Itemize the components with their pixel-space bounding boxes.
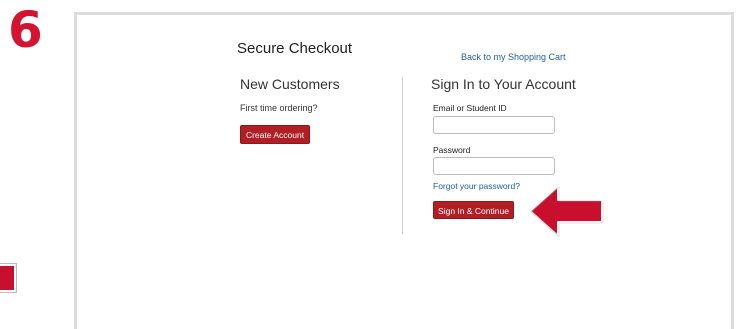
password-label: Password (433, 145, 471, 155)
checkout-screenshot-frame: Secure Checkout Back to my Shopping Cart… (74, 12, 734, 329)
new-customers-heading: New Customers (240, 76, 340, 92)
sign-in-continue-button[interactable]: Sign In & Continue (433, 201, 514, 219)
step-number: 6 (8, 1, 43, 59)
password-input[interactable] (433, 157, 555, 175)
forgot-password-link[interactable]: Forgot your password? (433, 181, 520, 191)
first-time-prompt: First time ordering? (240, 103, 318, 113)
edge-marker (0, 264, 16, 292)
email-label: Email or Student ID (433, 103, 507, 113)
sign-in-heading: Sign In to Your Account (431, 76, 576, 92)
page-title: Secure Checkout (237, 40, 353, 57)
left-arrow-icon (529, 185, 604, 238)
column-divider (402, 77, 403, 234)
back-to-cart-link[interactable]: Back to my Shopping Cart (461, 52, 566, 62)
tutorial-stage: 6 Secure Checkout Back to my Shopping Ca… (0, 0, 737, 329)
email-input[interactable] (433, 116, 555, 134)
create-account-button[interactable]: Create Account (240, 125, 310, 144)
